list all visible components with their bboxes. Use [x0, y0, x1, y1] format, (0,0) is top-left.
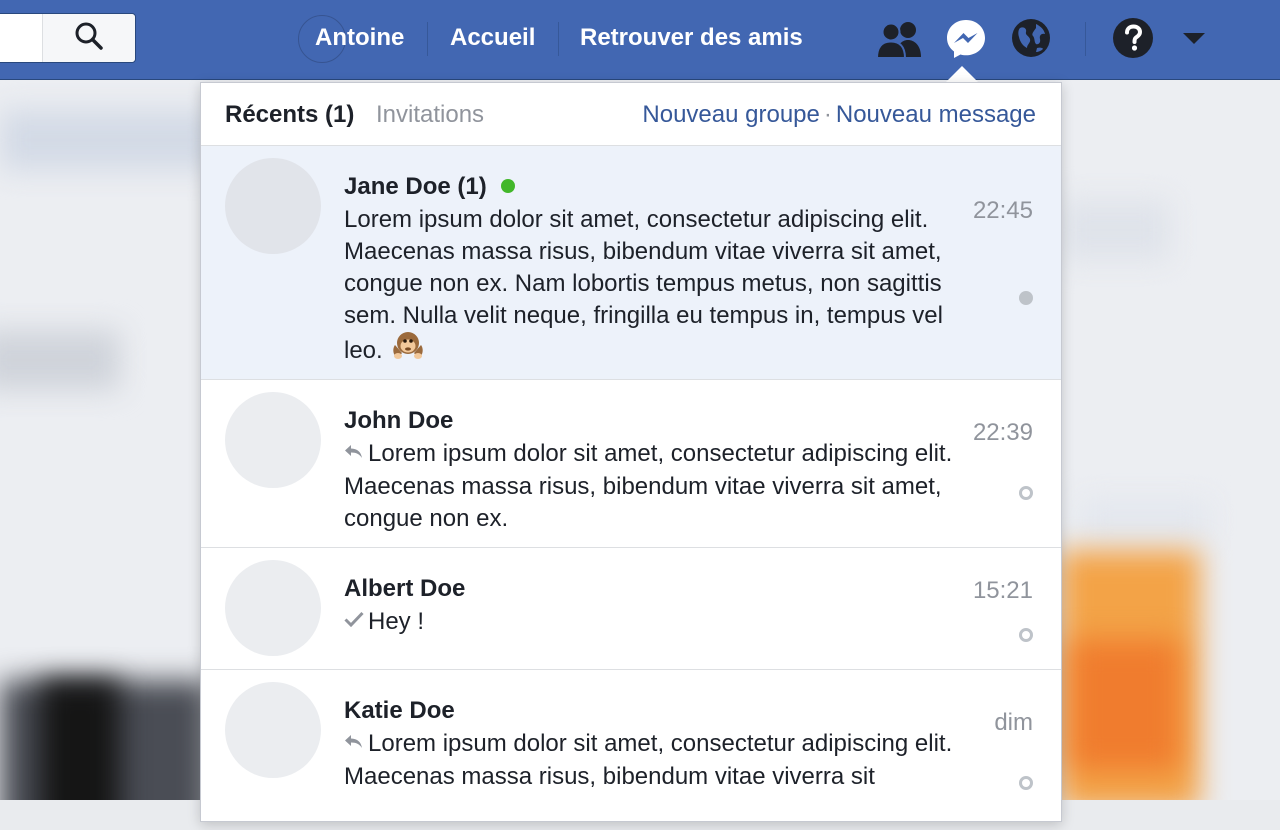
conversation-name: Jane Doe (1) — [344, 173, 487, 200]
tab-invitations[interactable]: Invitations — [376, 101, 484, 129]
read-status-indicator[interactable] — [1019, 486, 1033, 500]
monkey-emoji-icon — [391, 329, 425, 368]
search-button[interactable] — [42, 14, 135, 62]
conversation-item[interactable]: Jane Doe (1) Lorem ipsum dolor sit amet,… — [201, 146, 1061, 380]
messages-dropdown: Récents (1) Invitations Nouveau groupe · N… — [200, 82, 1062, 822]
check-icon — [344, 604, 364, 636]
header-actions: Nouveau groupe · Nouveau message — [642, 101, 1036, 129]
messenger-icon[interactable] — [944, 17, 988, 61]
conversation-snippet: Lorem ipsum dolor sit amet, consectetur … — [344, 728, 960, 793]
snippet-text: Lorem ipsum dolor sit amet, consectetur … — [344, 206, 943, 364]
avatar — [225, 682, 321, 778]
conversation-name-row: Jane Doe (1) — [344, 172, 515, 202]
conversation-item[interactable]: John Doe Lorem ipsum dolor sit amet, con… — [201, 380, 1061, 548]
search-input[interactable] — [0, 13, 136, 63]
conversation-name: Albert Doe — [344, 575, 466, 602]
read-status-indicator[interactable] — [1019, 776, 1033, 790]
avatar — [225, 560, 321, 656]
search-icon — [74, 21, 104, 56]
help-icon[interactable] — [1112, 17, 1154, 59]
reply-icon — [344, 436, 364, 468]
new-message-link[interactable]: Nouveau message — [836, 101, 1036, 128]
nav-profile-link[interactable]: Antoine — [315, 20, 404, 56]
nav-divider — [427, 22, 428, 56]
conversation-name: Katie Doe — [344, 697, 455, 724]
account-menu-chevron-down-icon[interactable] — [1180, 28, 1208, 48]
nav-divider — [558, 22, 559, 56]
conversation-time: 15:21 — [972, 577, 1033, 604]
online-indicator — [500, 178, 515, 193]
conversation-name: John Doe — [344, 407, 454, 434]
conversation-time: 22:45 — [972, 197, 1033, 224]
dropdown-caret — [945, 66, 979, 83]
conversation-snippet: Hey ! — [344, 606, 960, 639]
conversation-snippet: Lorem ipsum dolor sit amet, consectetur … — [344, 204, 960, 371]
friend-requests-icon[interactable] — [874, 18, 924, 60]
avatar — [225, 158, 321, 254]
nav-find-friends-link[interactable]: Retrouver des amis — [580, 20, 803, 56]
dropdown-header: Récents (1) Invitations Nouveau groupe · N… — [201, 83, 1061, 146]
snippet-text: Lorem ipsum dolor sit amet, consectetur … — [344, 730, 953, 790]
top-navigation-bar: Antoine Accueil Retrouver des amis — [0, 0, 1280, 80]
avatar — [225, 392, 321, 488]
read-status-indicator[interactable] — [1019, 628, 1033, 642]
nav-home-link[interactable]: Accueil — [450, 20, 535, 56]
snippet-text: Lorem ipsum dolor sit amet, consectetur … — [344, 440, 953, 532]
new-group-link[interactable]: Nouveau groupe — [642, 101, 819, 128]
separator-dot: · — [823, 101, 832, 128]
nav-divider — [1085, 22, 1086, 56]
snippet-text: Hey ! — [368, 608, 425, 635]
conversation-snippet: Lorem ipsum dolor sit amet, consectetur … — [344, 438, 960, 535]
reply-icon — [344, 726, 364, 758]
conversation-time: dim — [994, 709, 1033, 736]
conversation-item[interactable]: Katie Doe Lorem ipsum dolor sit amet, co… — [201, 670, 1061, 830]
globe-notifications-icon[interactable] — [1010, 17, 1052, 59]
conversation-time: 22:39 — [972, 419, 1033, 446]
conversation-item[interactable]: Albert Doe Hey ! 15:21 — [201, 548, 1061, 670]
tab-recent[interactable]: Récents (1) — [225, 101, 354, 129]
read-status-indicator[interactable] — [1019, 291, 1033, 305]
